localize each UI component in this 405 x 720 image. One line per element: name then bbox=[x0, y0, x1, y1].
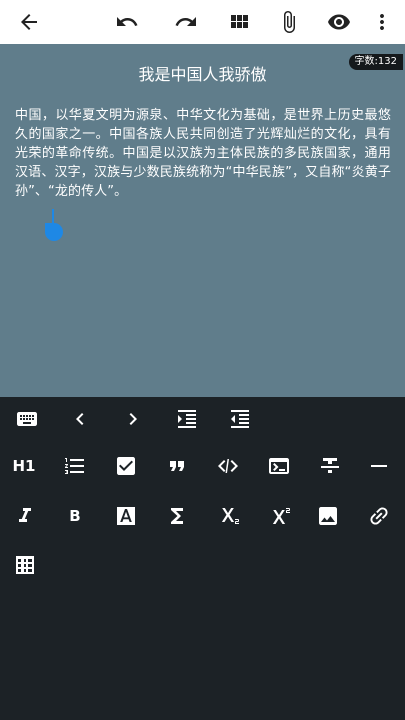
more-vertical-icon[interactable] bbox=[368, 8, 396, 36]
heading-1-icon[interactable]: H1 bbox=[7, 449, 41, 483]
bold-icon[interactable]: B bbox=[58, 499, 92, 533]
image-icon[interactable] bbox=[311, 499, 345, 533]
strikethrough-icon[interactable] bbox=[313, 449, 347, 483]
checkbox-icon[interactable] bbox=[109, 449, 143, 483]
quote-icon[interactable] bbox=[160, 449, 194, 483]
app-bar bbox=[0, 0, 405, 44]
document-body[interactable]: 中国，以华夏文明为源泉、中华文化为基础，是世界上历史最悠久的国家之一。中国各族人… bbox=[15, 106, 391, 201]
keyboard-icon[interactable] bbox=[10, 402, 44, 436]
arrow-left-icon[interactable] bbox=[15, 8, 43, 36]
text-color-icon[interactable] bbox=[109, 499, 143, 533]
sigma-icon[interactable] bbox=[160, 499, 194, 533]
indent-decrease-icon[interactable] bbox=[223, 402, 257, 436]
redo-icon[interactable] bbox=[172, 8, 200, 36]
editor-area[interactable]: 字数:132 我是中国人我骄傲 中国，以华夏文明为源泉、中华文化为基础，是世界上… bbox=[0, 44, 405, 397]
apps-grid-icon[interactable] bbox=[225, 8, 253, 36]
chevron-left-icon[interactable] bbox=[63, 402, 97, 436]
terminal-icon[interactable] bbox=[262, 449, 296, 483]
indent-increase-icon[interactable] bbox=[170, 402, 204, 436]
paperclip-icon[interactable] bbox=[275, 8, 303, 36]
cursor-handle[interactable] bbox=[45, 223, 63, 241]
heading-1-label: H1 bbox=[12, 457, 36, 475]
undo-icon[interactable] bbox=[113, 8, 141, 36]
table-icon[interactable] bbox=[8, 548, 42, 582]
eye-icon[interactable] bbox=[325, 8, 353, 36]
superscript-icon[interactable] bbox=[262, 499, 296, 533]
link-icon[interactable] bbox=[362, 499, 396, 533]
subscript-icon[interactable] bbox=[211, 499, 245, 533]
bold-label: B bbox=[69, 507, 81, 525]
code-icon[interactable] bbox=[211, 449, 245, 483]
horizontal-rule-icon[interactable] bbox=[362, 449, 396, 483]
chevron-right-icon[interactable] bbox=[116, 402, 150, 436]
document-title[interactable]: 我是中国人我骄傲 bbox=[0, 61, 405, 85]
format-toolbar: H1 B bbox=[0, 397, 405, 720]
numbered-list-icon[interactable] bbox=[58, 449, 92, 483]
italic-icon[interactable] bbox=[8, 499, 42, 533]
